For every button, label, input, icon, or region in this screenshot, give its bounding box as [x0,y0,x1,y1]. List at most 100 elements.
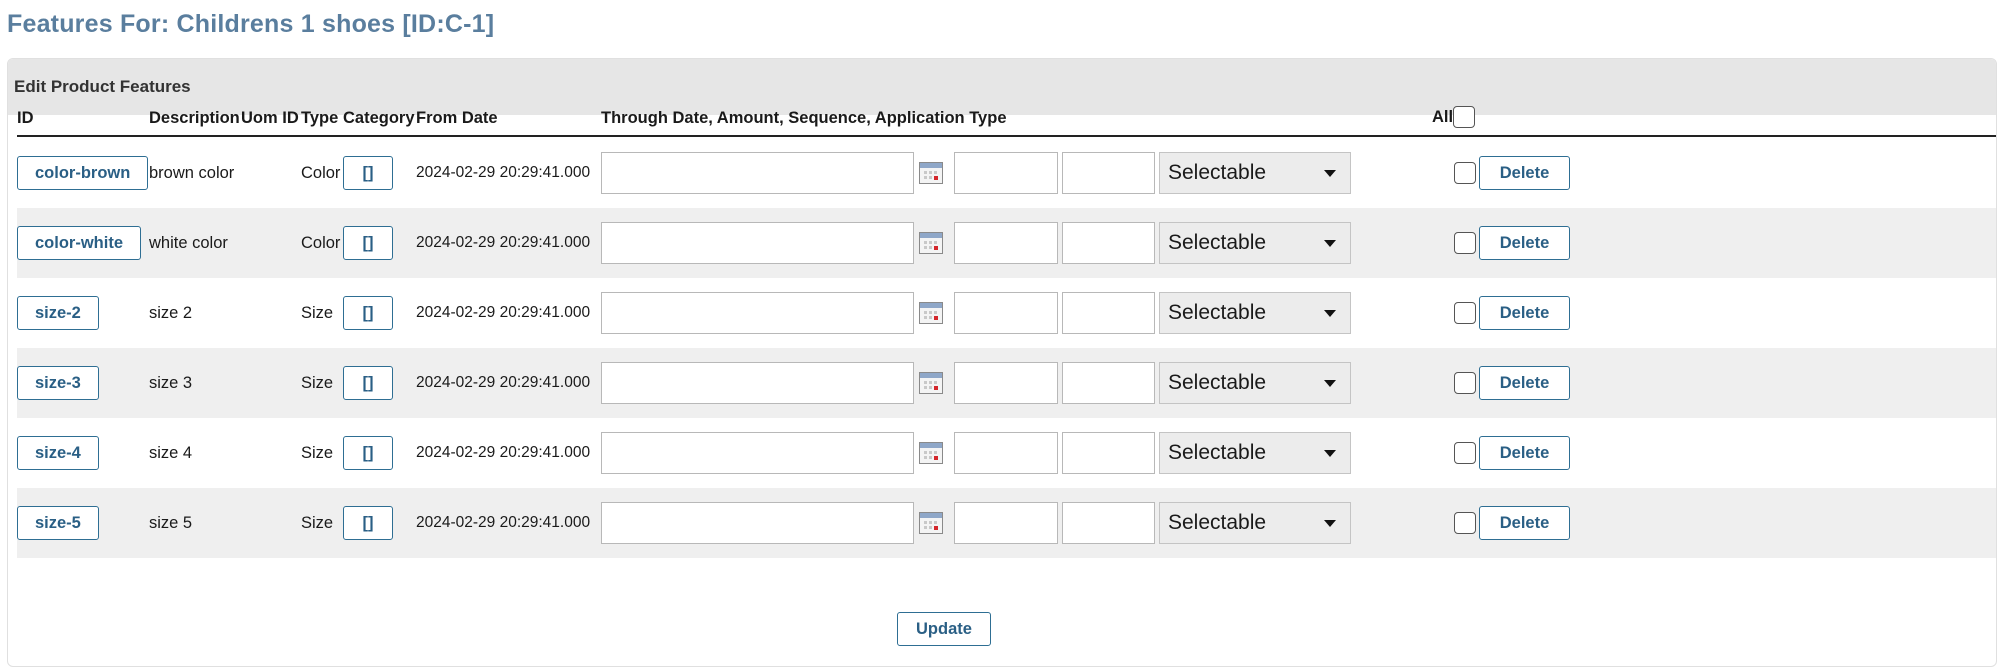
delete-button[interactable]: Delete [1479,226,1570,260]
feature-from-date: 2024-02-29 20:29:41.000 [416,374,591,391]
feature-type: Color [301,233,341,252]
sequence-input[interactable] [1062,502,1155,544]
row-select-checkbox[interactable] [1454,232,1476,254]
feature-type: Size [301,513,334,532]
calendar-icon[interactable] [919,162,943,184]
table-row: size-3 size 3 Size [] 2024-02-29 20:29:4… [17,348,1996,418]
feature-description: size 2 [149,303,193,322]
category-button[interactable]: [] [343,296,393,330]
chevron-down-icon [1324,450,1336,457]
category-button[interactable]: [] [343,226,393,260]
feature-id-button[interactable]: size-2 [17,296,99,330]
application-type-select[interactable]: Selectable [1159,432,1351,474]
amount-input[interactable] [954,292,1058,334]
calendar-icon[interactable] [919,512,943,534]
calendar-icon[interactable] [919,442,943,464]
sequence-input[interactable] [1062,152,1155,194]
delete-button[interactable]: Delete [1479,366,1570,400]
page-title: Features For: Childrens 1 shoes [ID:C-1] [7,10,495,38]
delete-button[interactable]: Delete [1479,156,1570,190]
chevron-down-icon [1324,520,1336,527]
amount-input[interactable] [954,222,1058,264]
application-type-value: Selectable [1168,511,1267,534]
application-type-value: Selectable [1168,231,1267,254]
feature-description: size 4 [149,443,193,462]
select-all-label: All [1432,107,1454,126]
through-date-input[interactable] [601,292,914,334]
row-select-checkbox[interactable] [1454,512,1476,534]
row-select-checkbox[interactable] [1454,162,1476,184]
application-type-value: Selectable [1168,161,1267,184]
table-row: size-4 size 4 Size [] 2024-02-29 20:29:4… [17,418,1996,488]
row-select-checkbox[interactable] [1454,372,1476,394]
delete-button[interactable]: Delete [1479,436,1570,470]
application-type-select[interactable]: Selectable [1159,502,1351,544]
delete-button[interactable]: Delete [1479,506,1570,540]
table-row: size-2 size 2 Size [] 2024-02-29 20:29:4… [17,278,1996,348]
chevron-down-icon [1324,170,1336,177]
feature-from-date: 2024-02-29 20:29:41.000 [416,164,591,181]
row-select-checkbox[interactable] [1454,302,1476,324]
amount-input[interactable] [954,152,1058,194]
category-button[interactable]: [] [343,436,393,470]
feature-from-date: 2024-02-29 20:29:41.000 [416,444,591,461]
feature-from-date: 2024-02-29 20:29:41.000 [416,304,591,321]
select-all-group: All [1432,106,1476,128]
application-type-value: Selectable [1168,371,1267,394]
select-all-checkbox[interactable] [1453,106,1476,128]
sequence-input[interactable] [1062,292,1155,334]
feature-description: white color [149,233,228,252]
sequence-input[interactable] [1062,222,1155,264]
feature-from-date: 2024-02-29 20:29:41.000 [416,514,591,531]
category-button[interactable]: [] [343,506,393,540]
feature-type: Size [301,303,334,322]
application-type-select[interactable]: Selectable [1159,152,1351,194]
panel-title: Edit Product Features [8,59,1996,115]
amount-input[interactable] [954,362,1058,404]
sequence-input[interactable] [1062,362,1155,404]
feature-id-button[interactable]: color-brown [17,156,149,190]
feature-type: Size [301,443,334,462]
feature-id-button[interactable]: size-3 [17,366,99,400]
feature-id-button[interactable]: size-5 [17,506,99,540]
sequence-input[interactable] [1062,432,1155,474]
application-type-select[interactable]: Selectable [1159,222,1351,264]
through-date-input[interactable] [601,152,914,194]
feature-description: size 3 [149,373,193,392]
feature-id-button[interactable]: size-4 [17,436,99,470]
through-date-input[interactable] [601,502,914,544]
feature-type: Color [301,163,341,182]
column-header-category: Category [343,109,415,127]
feature-id-button[interactable]: color-white [17,226,142,260]
chevron-down-icon [1324,380,1336,387]
row-select-checkbox[interactable] [1454,442,1476,464]
column-header-type: Type [301,109,339,127]
category-button[interactable]: [] [343,366,393,400]
chevron-down-icon [1324,310,1336,317]
amount-input[interactable] [954,432,1058,474]
calendar-icon[interactable] [919,372,943,394]
application-type-select[interactable]: Selectable [1159,362,1351,404]
update-button[interactable]: Update [897,612,991,646]
delete-button[interactable]: Delete [1479,296,1570,330]
table-row: size-5 size 5 Size [] 2024-02-29 20:29:4… [17,488,1996,558]
calendar-icon[interactable] [919,232,943,254]
feature-description: size 5 [149,513,193,532]
application-type-value: Selectable [1168,441,1267,464]
table-row: color-brown brown color Color [] 2024-02… [17,138,1996,208]
column-header-id: ID [17,109,34,127]
edit-features-panel: Edit Product Features ID Description Uom… [7,58,1997,667]
calendar-icon[interactable] [919,302,943,324]
through-date-input[interactable] [601,222,914,264]
application-type-value: Selectable [1168,301,1267,324]
application-type-select[interactable]: Selectable [1159,292,1351,334]
through-date-input[interactable] [601,432,914,474]
column-header-through: Through Date, Amount, Sequence, Applicat… [601,109,1007,127]
feature-from-date: 2024-02-29 20:29:41.000 [416,234,591,251]
chevron-down-icon [1324,240,1336,247]
category-button[interactable]: [] [343,156,393,190]
table-row: color-white white color Color [] 2024-02… [17,208,1996,278]
through-date-input[interactable] [601,362,914,404]
amount-input[interactable] [954,502,1058,544]
column-header-uom-id: Uom ID [241,109,299,127]
